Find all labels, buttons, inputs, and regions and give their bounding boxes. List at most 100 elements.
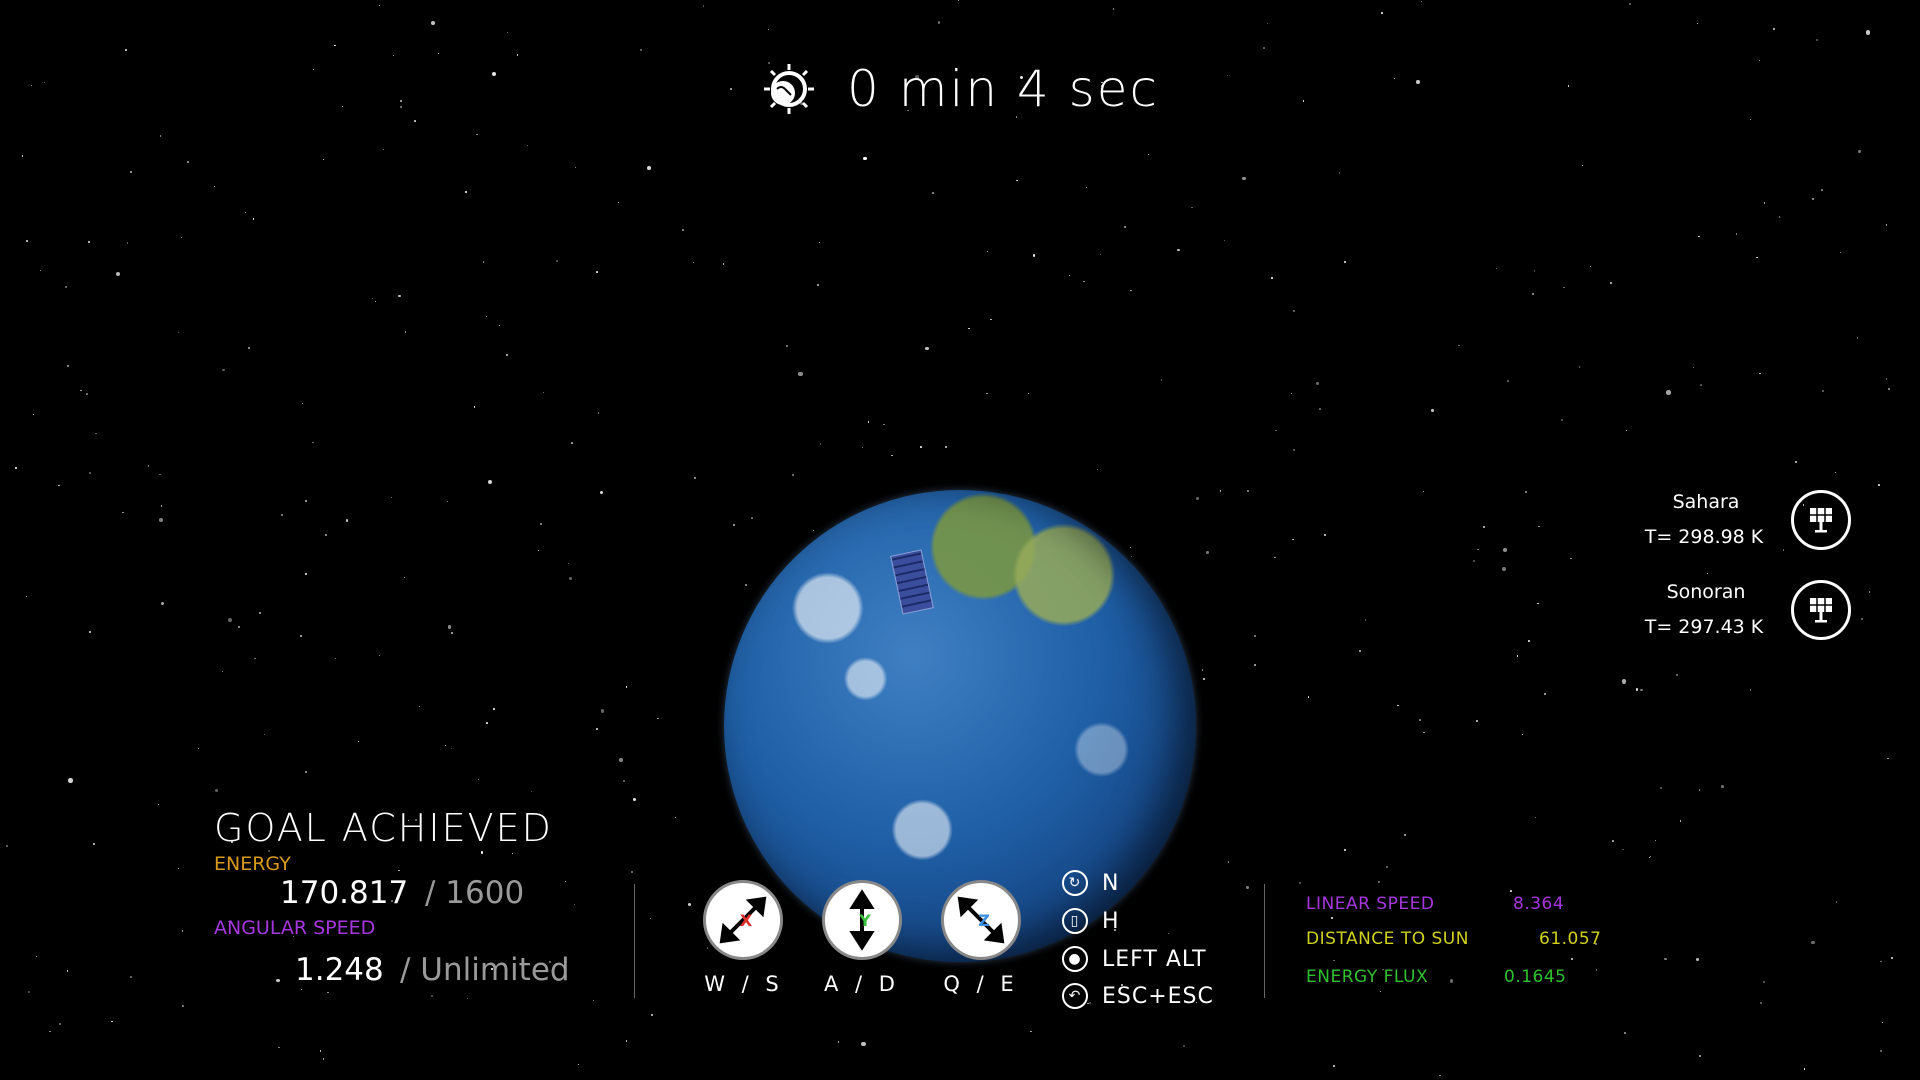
sonoran-solar-button[interactable] xyxy=(1791,580,1851,640)
star xyxy=(305,771,307,773)
star xyxy=(1068,274,1071,277)
star xyxy=(1887,757,1889,760)
star xyxy=(1795,460,1797,463)
star xyxy=(625,686,628,689)
star xyxy=(1610,282,1613,285)
star xyxy=(633,798,636,801)
star xyxy=(1219,490,1222,492)
rotate-z-key-label: Q / E xyxy=(943,972,1019,996)
rotate-y-button[interactable]: Y xyxy=(822,880,902,960)
star xyxy=(819,443,822,445)
star xyxy=(480,851,483,854)
star xyxy=(58,1022,61,1025)
energy-flux-value: 0.1645 xyxy=(1504,967,1567,987)
key-hint-left-alt[interactable]: ● LEFT ALT xyxy=(1062,946,1207,972)
sahara-solar-button[interactable] xyxy=(1791,490,1851,550)
star xyxy=(751,517,753,520)
star xyxy=(159,518,164,523)
star xyxy=(485,315,488,318)
star xyxy=(1339,172,1341,174)
star xyxy=(305,573,307,576)
star xyxy=(1640,688,1643,691)
elapsed-timer: 0 min 4 sec xyxy=(0,60,1920,118)
star xyxy=(722,263,725,265)
back-icon: ↶ xyxy=(1062,983,1088,1009)
star xyxy=(197,748,199,750)
star xyxy=(688,902,692,906)
star xyxy=(693,476,696,480)
star xyxy=(1868,591,1871,593)
star xyxy=(1253,663,1256,667)
star xyxy=(1840,252,1842,254)
star xyxy=(122,511,124,513)
star xyxy=(657,718,659,720)
star xyxy=(1167,932,1169,934)
star xyxy=(1502,548,1508,553)
key-hint-esc[interactable]: ↶ ESC+ESC xyxy=(1062,983,1214,1009)
star xyxy=(937,21,940,24)
star xyxy=(276,979,280,983)
key-hint-label: ESC+ESC xyxy=(1102,983,1214,1009)
star xyxy=(213,185,216,188)
star xyxy=(619,758,624,763)
star xyxy=(65,286,67,288)
star xyxy=(1891,956,1894,959)
star xyxy=(1697,22,1699,25)
star xyxy=(27,990,30,993)
star xyxy=(526,144,528,146)
star xyxy=(93,842,95,845)
star xyxy=(682,229,684,231)
star xyxy=(345,519,348,522)
star xyxy=(159,473,161,476)
star xyxy=(451,631,454,634)
star xyxy=(785,345,788,348)
star xyxy=(625,1040,627,1042)
star xyxy=(1533,270,1536,272)
star xyxy=(1772,27,1775,31)
star xyxy=(1247,489,1249,492)
star xyxy=(1821,390,1824,393)
star xyxy=(1650,855,1652,857)
star xyxy=(1196,496,1200,500)
star xyxy=(1695,957,1700,962)
key-hint-h[interactable]: ▯ H xyxy=(1062,908,1120,934)
star xyxy=(1129,547,1131,549)
star xyxy=(1343,848,1347,852)
star xyxy=(1299,882,1302,885)
star xyxy=(599,490,603,495)
star xyxy=(68,778,73,783)
angular-speed-max: / Unlimited xyxy=(400,952,570,988)
star xyxy=(324,534,327,537)
star xyxy=(1510,890,1512,893)
rotate-z-button[interactable]: Z xyxy=(941,880,1021,960)
star xyxy=(987,250,989,252)
star xyxy=(630,871,633,874)
star xyxy=(1885,378,1888,380)
star xyxy=(1161,379,1163,381)
star xyxy=(1707,572,1709,575)
star xyxy=(1878,484,1880,486)
star xyxy=(531,790,533,793)
star xyxy=(25,239,28,242)
star xyxy=(86,393,88,396)
star xyxy=(299,634,302,637)
star xyxy=(126,242,128,244)
angular-speed-value: 1.248 xyxy=(295,952,384,988)
star xyxy=(301,989,303,991)
star xyxy=(1027,392,1029,394)
energy-value: 170.817 xyxy=(280,875,409,911)
star xyxy=(36,955,38,958)
sun-earth-icon xyxy=(764,64,815,114)
star xyxy=(178,868,180,870)
rotate-x-button[interactable]: X xyxy=(703,880,783,960)
star xyxy=(507,32,509,34)
star xyxy=(445,744,447,746)
star xyxy=(1262,46,1265,49)
star xyxy=(1749,118,1751,121)
star xyxy=(1544,692,1547,695)
star xyxy=(1581,164,1584,167)
star xyxy=(382,148,385,151)
key-hint-n[interactable]: ↻ N xyxy=(1062,870,1119,896)
star xyxy=(1865,30,1870,35)
star xyxy=(247,347,250,349)
